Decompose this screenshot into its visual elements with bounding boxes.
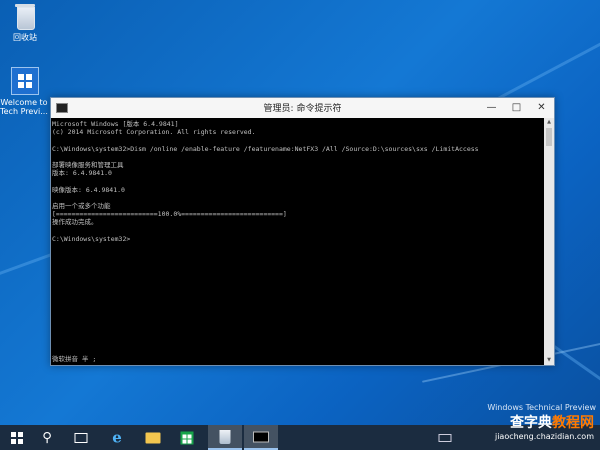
folder-icon: [145, 432, 161, 443]
task-view-button[interactable]: [64, 425, 98, 450]
desktop-icon-label: 回收站: [13, 33, 37, 42]
task-view-icon: [74, 432, 88, 443]
desktop-icon-welcome[interactable]: Welcome to Tech Previ...: [0, 67, 50, 116]
command-prompt-icon: [253, 431, 269, 442]
taskbar-recycle-bin[interactable]: [208, 425, 242, 450]
minimize-button[interactable]: —: [479, 98, 504, 118]
desktop-icon-label: Welcome to Tech Previ...: [0, 98, 48, 116]
console-line: 启用一个或多个功能: [52, 202, 111, 211]
taskbar-command-prompt[interactable]: [244, 425, 278, 450]
console-text: Microsoft Windows [版本 6.4.9841] (c) 2014…: [51, 118, 544, 243]
windows-start-icon: [11, 431, 23, 444]
console-line: Microsoft Windows [版本 6.4.9841]: [52, 120, 179, 128]
window-titlebar[interactable]: 管理员: 命令提示符 — □ ✕: [51, 98, 554, 118]
site-brand-accent: 教程网: [552, 415, 594, 431]
recycle-bin-icon: [219, 429, 231, 444]
store-icon: [180, 431, 194, 444]
console-line: 版本: 6.4.9841.0: [52, 169, 112, 178]
console-line: 映像版本: 6.4.9841.0: [52, 185, 125, 194]
search-button[interactable]: ⚲: [30, 425, 64, 450]
maximize-button[interactable]: □: [504, 98, 529, 118]
console-line: (c) 2014 Microsoft Corporation. All righ…: [52, 128, 256, 137]
command-prompt-window[interactable]: 管理员: 命令提示符 — □ ✕ Microsoft Windows [版本 6…: [50, 97, 555, 366]
vertical-scrollbar[interactable]: ▲ ▼: [544, 118, 554, 365]
desktop: 回收站 Welcome to Tech Previ... 管理员: 命令提示符 …: [0, 0, 600, 425]
taskbar-internet-explorer[interactable]: e: [100, 425, 134, 450]
console-line: C:\Windows\system32>: [52, 234, 131, 243]
scrollbar-thumb[interactable]: [546, 128, 552, 146]
windows-tile-icon: [11, 67, 39, 95]
site-watermark: 查字典教程网 jiaocheng.chazidian.com: [470, 414, 600, 450]
scroll-up-arrow-icon[interactable]: ▲: [544, 118, 554, 127]
desktop-icon-recycle-bin[interactable]: 回收站: [0, 3, 50, 42]
search-icon: ⚲: [42, 430, 52, 445]
taskbar-file-explorer[interactable]: [136, 425, 170, 450]
taskbar-store[interactable]: [170, 425, 204, 450]
scroll-down-arrow-icon[interactable]: ▼: [544, 356, 554, 365]
keyboard-icon: [438, 433, 452, 442]
site-brand-main: 查字典: [510, 415, 552, 431]
internet-explorer-icon: e: [112, 428, 122, 446]
console-output[interactable]: Microsoft Windows [版本 6.4.9841] (c) 2014…: [51, 118, 544, 365]
taskbar-keyboard[interactable]: [428, 425, 462, 450]
console-line: 操作成功完成。: [52, 218, 98, 227]
console-line: C:\Windows\system32>Dism /online /enable…: [52, 144, 479, 153]
close-button[interactable]: ✕: [529, 98, 554, 118]
technical-preview-watermark: Windows Technical Preview: [487, 403, 596, 412]
ime-status: 微软拼音 半 ;: [52, 355, 97, 363]
start-button[interactable]: [0, 425, 34, 450]
recycle-bin-icon: [14, 3, 36, 30]
site-watermark-brand: 查字典教程网: [470, 414, 600, 432]
console-line: 部署映像服务和管理工具: [52, 161, 124, 170]
site-watermark-url: jiaocheng.chazidian.com: [494, 432, 594, 441]
